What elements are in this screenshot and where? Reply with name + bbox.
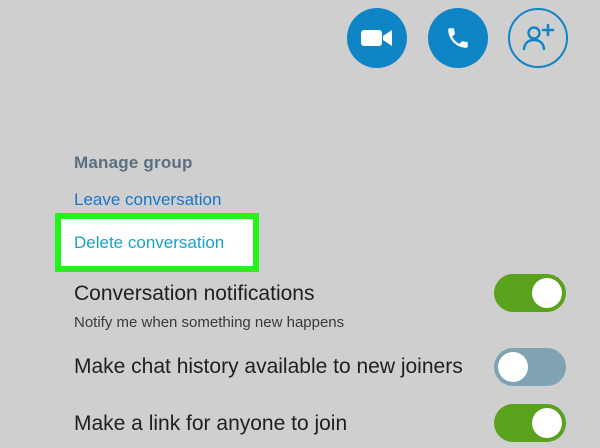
video-camera-icon	[361, 30, 392, 46]
conversation-notifications-description: Notify me when something new happens	[74, 314, 345, 331]
video-call-button[interactable]	[347, 8, 407, 68]
toggle-knob	[532, 408, 562, 438]
phone-icon	[448, 28, 468, 48]
chat-history-label: Make chat history available to new joine…	[74, 355, 463, 378]
chat-history-toggle[interactable]	[494, 348, 566, 386]
add-people-button[interactable]	[508, 8, 568, 68]
join-link-toggle[interactable]	[494, 404, 566, 442]
toggle-knob	[498, 352, 528, 382]
join-link-label: Make a link for anyone to join	[74, 412, 348, 435]
conversation-notifications-label: Conversation notifications	[74, 282, 315, 305]
delete-conversation-link[interactable]: Delete conversation	[74, 233, 224, 253]
leave-conversation-link[interactable]: Leave conversation	[74, 190, 221, 210]
manage-group-title: Manage group	[74, 153, 193, 172]
add-person-icon	[522, 23, 555, 51]
delete-highlight-box: Delete conversation	[55, 213, 259, 272]
audio-call-button[interactable]	[428, 8, 488, 68]
toggle-knob	[532, 278, 562, 308]
conversation-notifications-toggle[interactable]	[494, 274, 566, 312]
